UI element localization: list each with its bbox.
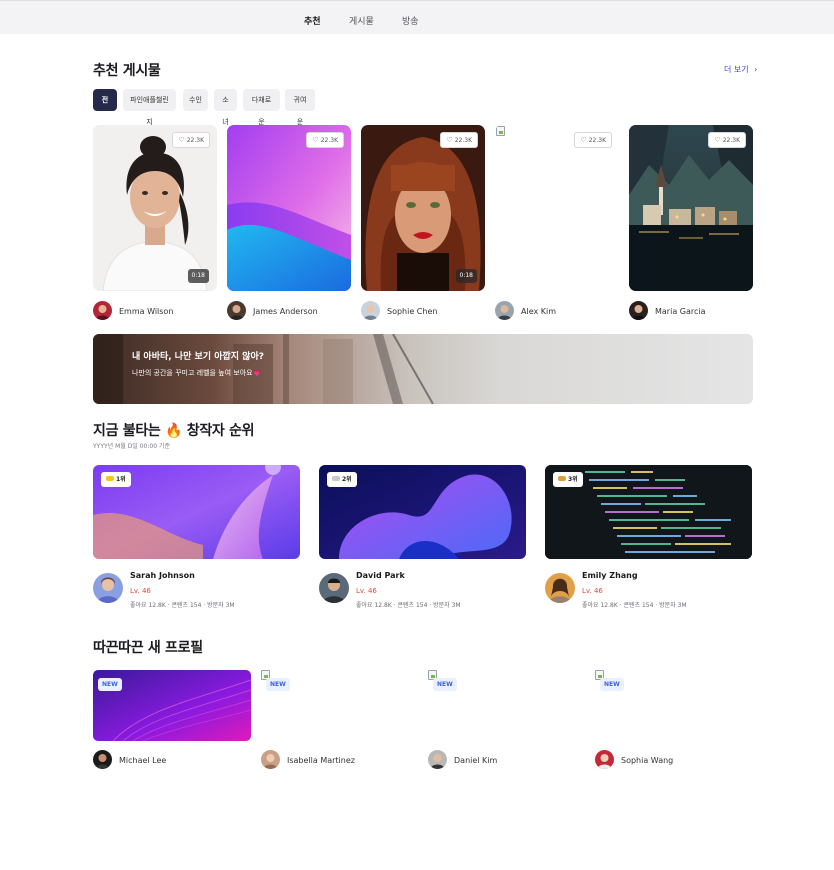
more-link-label: 더 보기	[724, 65, 749, 74]
profile-name: Isabella Martinez	[287, 756, 355, 765]
likes-count: 22.3K	[320, 137, 338, 144]
rank-label: 1위	[116, 476, 126, 483]
crown-icon	[106, 476, 114, 481]
crown-icon	[558, 476, 566, 481]
post-thumbnail	[93, 125, 217, 291]
creator-stats: 좋아요 12.8K · 콘텐츠 154 · 방문자 3M	[582, 602, 687, 609]
profile-name: Daniel Kim	[454, 756, 498, 765]
avatar	[428, 750, 447, 769]
profile-name: Sophia Wang	[621, 756, 674, 765]
creator-name[interactable]: Sarah Johnson	[130, 571, 195, 580]
likes-badge[interactable]: ♡ 22.3K	[172, 132, 210, 148]
tab-posts[interactable]: 게시물	[349, 14, 374, 27]
heart-outline-icon: ♡	[446, 136, 453, 144]
avatar	[629, 301, 648, 320]
creator-stats: 좋아요 12.8K · 콘텐츠 154 · 방문자 3M	[356, 602, 461, 609]
creator-level: Lv. 46	[582, 587, 603, 595]
chevron-right-icon: ›	[754, 65, 758, 74]
ranking-card[interactable]: 1위	[93, 465, 300, 559]
rank-badge: 1위	[101, 472, 131, 487]
creator-level: Lv. 46	[130, 587, 151, 595]
rank-label: 3위	[568, 476, 578, 483]
likes-badge[interactable]: ♡ 22.3K	[306, 132, 344, 148]
post-thumbnail	[361, 125, 485, 291]
new-profiles-section-title: 따끈따끈 새 프로필	[93, 640, 203, 656]
video-duration: 0:18	[455, 269, 477, 283]
creator-name[interactable]: Emily Zhang	[582, 571, 638, 580]
banner-title: 내 아바타, 나만 보기 아깝지 않아?	[132, 352, 264, 362]
heart-outline-icon: ♡	[580, 136, 587, 144]
author-name: James Anderson	[253, 307, 318, 316]
avatar	[227, 301, 246, 320]
rank-badge: 3위	[553, 472, 583, 487]
broken-image-icon	[496, 126, 505, 136]
post-card[interactable]: ♡ 22.3K	[629, 125, 753, 291]
avatar	[93, 301, 112, 320]
avatar[interactable]	[319, 573, 349, 603]
chip-pineapple-challenge[interactable]: 파인애플챌린지	[123, 89, 176, 126]
avatar	[495, 301, 514, 320]
avatar	[93, 750, 112, 769]
ranking-date: YYYY년 M월 D일 00:00 기준	[93, 443, 170, 450]
new-badge: NEW	[98, 678, 122, 691]
author-name: Emma Wilson	[119, 307, 174, 316]
creator-level: Lv. 46	[356, 587, 377, 595]
post-card[interactable]: ♡ 22.3K	[495, 125, 619, 291]
author-name: Maria Garcia	[655, 307, 706, 316]
post-card[interactable]: ♡ 22.3K	[227, 125, 351, 291]
likes-badge[interactable]: ♡ 22.3K	[708, 132, 746, 148]
promo-banner[interactable]: 내 아바타, 나만 보기 아깝지 않아? 나만의 공간을 꾸미고 레벨을 높여 …	[93, 334, 753, 404]
heart-outline-icon: ♡	[714, 136, 721, 144]
heart-outline-icon: ♡	[178, 136, 185, 144]
chip-cute[interactable]: 귀여운	[285, 89, 315, 126]
rank-badge: 2위	[327, 472, 357, 487]
post-thumbnail	[227, 125, 351, 291]
new-badge: NEW	[600, 678, 624, 691]
new-badge: NEW	[266, 678, 290, 691]
post-thumbnail	[629, 125, 753, 291]
likes-count: 22.3K	[186, 137, 204, 144]
likes-badge[interactable]: ♡ 22.3K	[440, 132, 478, 148]
avatar[interactable]	[93, 573, 123, 603]
likes-count: 22.3K	[454, 137, 472, 144]
post-card[interactable]: ♡ 22.3K 0:18	[361, 125, 485, 291]
avatar	[261, 750, 280, 769]
creator-name[interactable]: David Park	[356, 571, 405, 580]
likes-badge[interactable]: ♡ 22.3K	[574, 132, 612, 148]
avatar[interactable]	[545, 573, 575, 603]
avatar	[595, 750, 614, 769]
tab-broadcast[interactable]: 방송	[402, 14, 419, 27]
chip-colorful[interactable]: 다채로운	[243, 89, 280, 126]
new-badge: NEW	[433, 678, 457, 691]
banner-subtitle: 나만의 공간을 꾸미고 레벨을 높여 보아요💗	[132, 369, 262, 377]
crown-icon	[332, 476, 340, 481]
author-name: Sophie Chen	[387, 307, 438, 316]
video-duration: 0:18	[187, 269, 209, 283]
rank-label: 2위	[342, 476, 352, 483]
profile-name: Michael Lee	[119, 756, 167, 765]
ranking-card[interactable]: 3위	[545, 465, 752, 559]
more-link[interactable]: 더 보기 ›	[724, 64, 757, 75]
profile-card[interactable]: NEW	[93, 670, 251, 741]
ranking-section-title: 지금 불타는 🔥 창작자 순위	[93, 423, 255, 439]
heart-outline-icon: ♡	[312, 136, 319, 144]
author-name: Alex Kim	[521, 307, 557, 316]
chip-girl[interactable]: 소녀	[214, 89, 237, 126]
creator-stats: 좋아요 12.8K · 콘텐츠 154 · 방문자 3M	[130, 602, 235, 609]
likes-count: 22.3K	[588, 137, 606, 144]
likes-count: 22.3K	[722, 137, 740, 144]
chip-all[interactable]: 전체	[93, 89, 117, 126]
post-card[interactable]: ♡ 22.3K 0:18	[93, 125, 217, 291]
top-navigation: 추천 게시물 방송	[0, 0, 834, 34]
recommended-section-title: 추천 게시물	[93, 63, 161, 79]
avatar	[361, 301, 380, 320]
chip-beastkin[interactable]: 수인	[183, 89, 208, 111]
ranking-card[interactable]: 2위	[319, 465, 526, 559]
tab-recommended[interactable]: 추천	[304, 14, 321, 27]
